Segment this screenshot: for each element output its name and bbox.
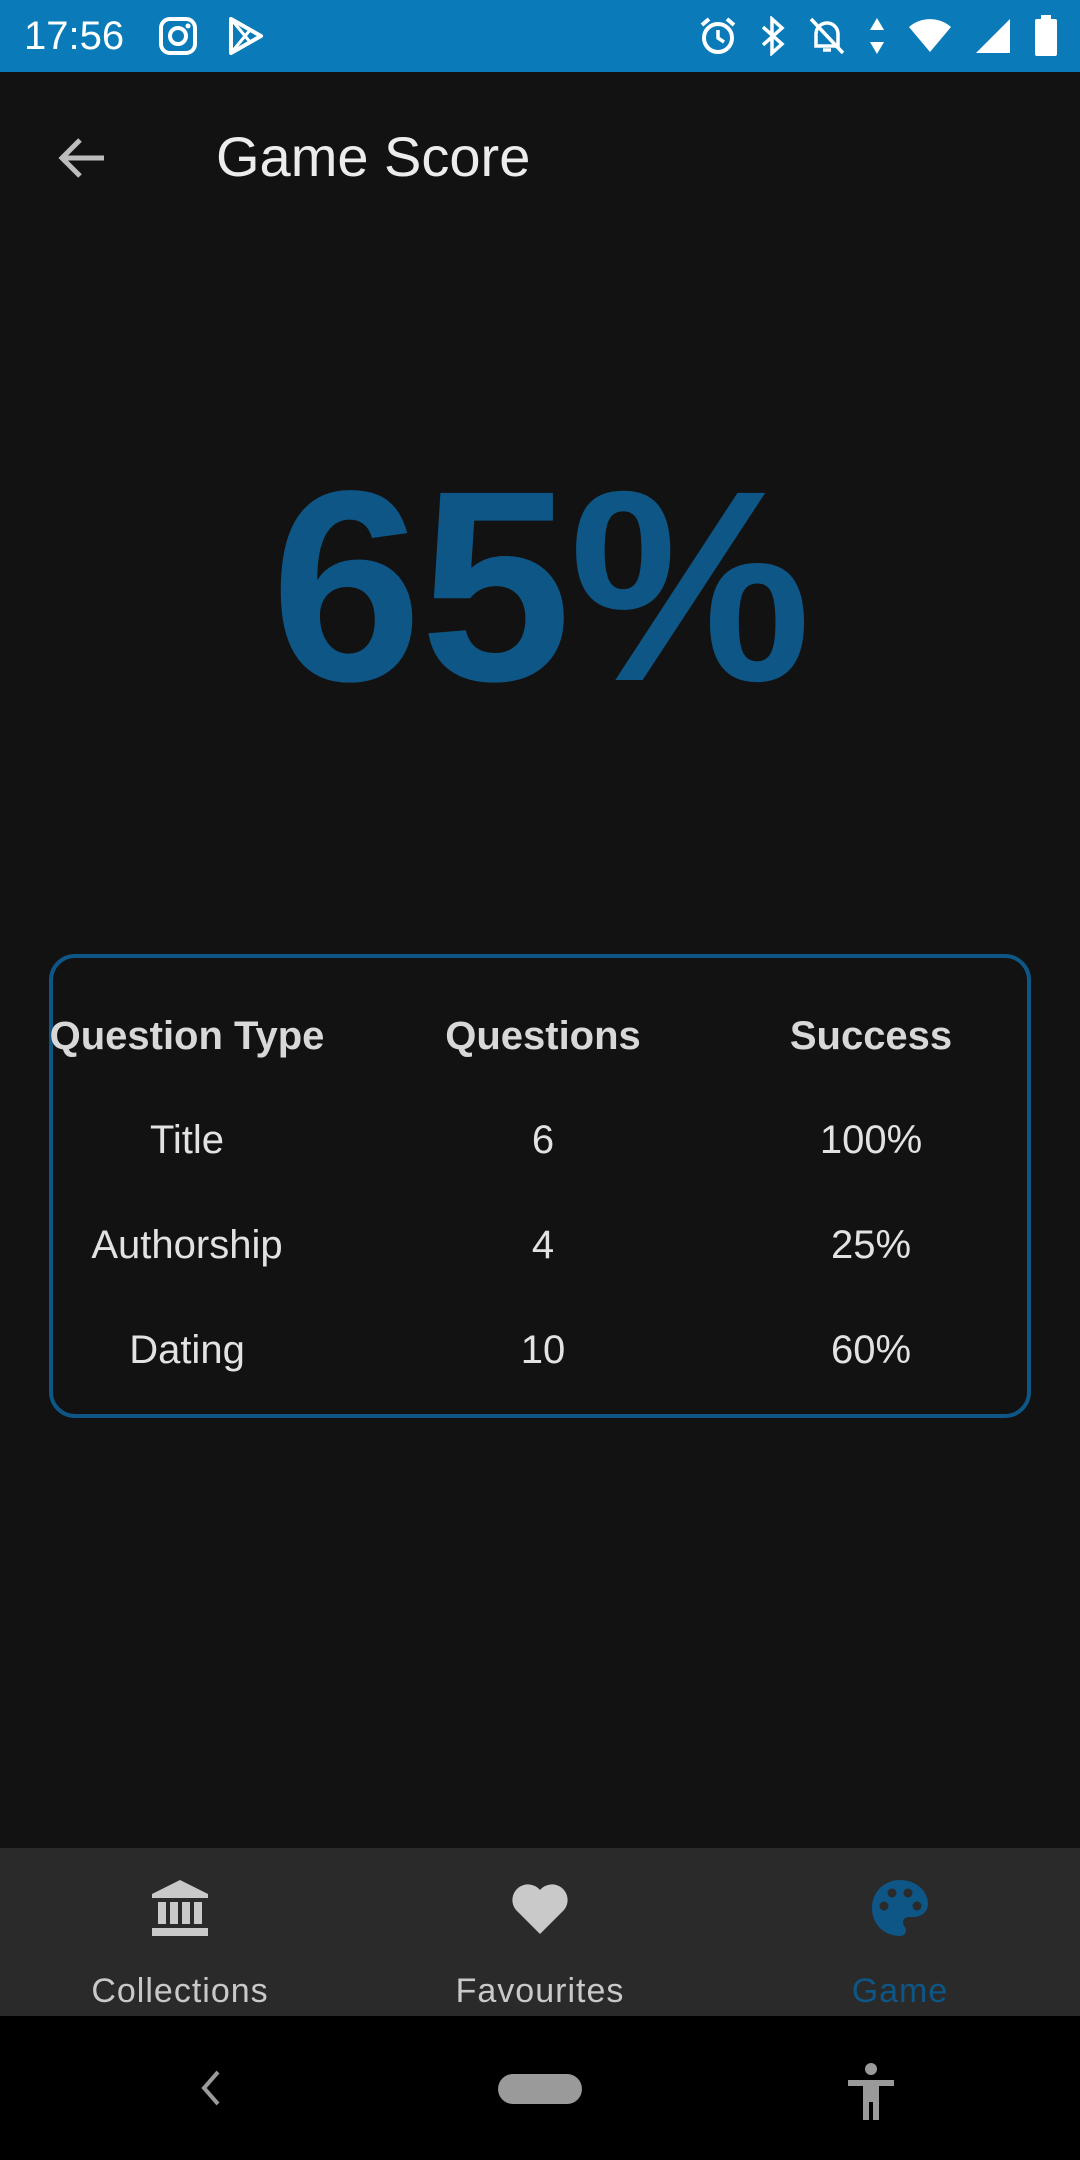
status-time: 17:56: [24, 13, 125, 58]
status-bar: 17:56: [0, 0, 1080, 72]
home-pill[interactable]: [498, 2074, 582, 2104]
nav-item-favourites[interactable]: Favourites: [360, 1848, 720, 2016]
nav-item-game[interactable]: Game: [720, 1848, 1080, 2016]
palette-icon: [872, 1880, 928, 1936]
table-row: Dating 10 60%: [53, 1320, 1027, 1380]
bottom-navigation: Collections Favourites Game: [0, 1848, 1080, 2016]
data-arrows-icon: [868, 16, 886, 56]
accessibility-icon[interactable]: [844, 2062, 898, 2122]
page-title: Game Score: [216, 125, 531, 188]
score-percentage: 65%: [270, 434, 811, 738]
nav-item-collections[interactable]: Collections: [0, 1848, 360, 2016]
row-success: 60%: [830, 1327, 912, 1372]
nav-label-collections: Collections: [91, 1972, 269, 2010]
battery-icon: [1034, 15, 1058, 57]
score-breakdown-table: Question Type Questions Success Title 6 …: [49, 954, 1031, 1418]
bluetooth-icon: [760, 16, 786, 56]
row-success: 100%: [819, 1117, 923, 1162]
nav-label-favourites: Favourites: [455, 1972, 625, 2010]
table-row: Title 6 100%: [53, 1110, 1027, 1170]
nav-label-game: Game: [851, 1972, 949, 2010]
play-store-icon: [228, 17, 264, 55]
heart-icon: [512, 1884, 568, 1934]
row-type: Title: [149, 1117, 225, 1162]
arrow-back-icon: [58, 138, 104, 178]
signal-icon: [974, 17, 1012, 55]
table-row: Authorship 4 25%: [53, 1215, 1027, 1275]
row-type: Authorship: [91, 1222, 283, 1267]
header-success: Success: [789, 1013, 953, 1058]
notifications-off-icon: [808, 16, 846, 56]
wifi-icon: [908, 18, 952, 54]
back-icon[interactable]: [190, 2062, 230, 2114]
app-bar: Game Score: [0, 72, 1080, 240]
table-header: Question Type Questions Success: [50, 1006, 1027, 1066]
back-button[interactable]: [52, 128, 112, 188]
museum-icon: [152, 1880, 208, 1936]
row-type: Dating: [129, 1327, 245, 1372]
status-right: [698, 15, 1080, 57]
header-question-type: Question Type: [49, 1013, 325, 1058]
instagram-icon: [158, 16, 198, 56]
alarm-icon: [698, 16, 738, 56]
status-left: 17:56: [0, 14, 264, 59]
row-success: 25%: [830, 1222, 912, 1267]
